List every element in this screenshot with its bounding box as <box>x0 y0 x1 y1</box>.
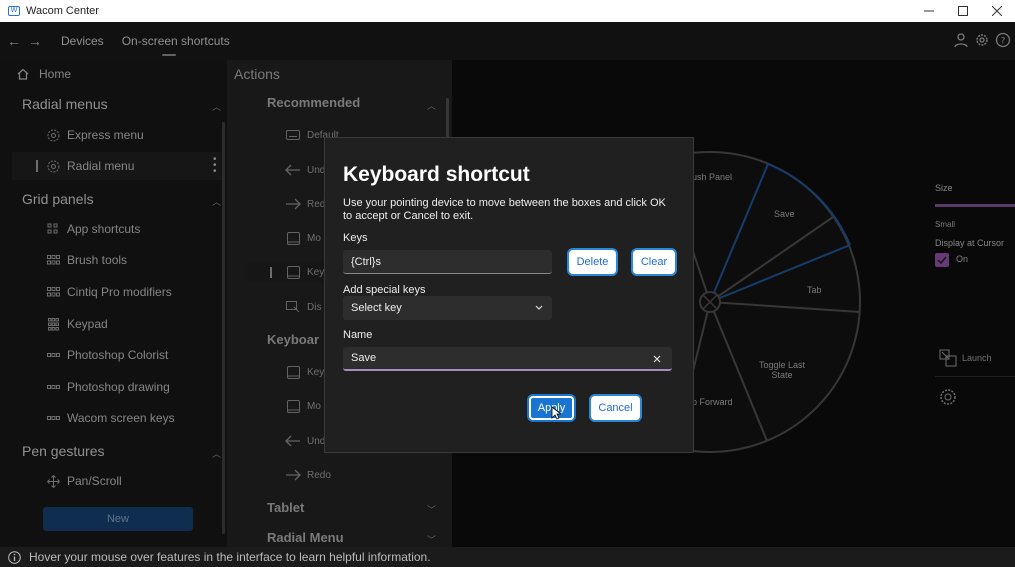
clear-text-icon[interactable] <box>653 355 661 363</box>
status-text: Hover your mouse over features in the in… <box>29 550 431 564</box>
keys-input[interactable]: {Ctrl}s <box>343 250 552 274</box>
close-icon <box>992 6 1002 16</box>
minimize-icon <box>924 10 934 12</box>
special-keys-select[interactable]: Select key <box>343 296 552 320</box>
special-keys-label: Add special keys <box>343 284 426 296</box>
maximize-icon <box>958 6 968 16</box>
wacom-logo-icon: W <box>8 6 20 16</box>
delete-button[interactable]: Delete <box>569 250 616 274</box>
info-icon <box>8 550 21 564</box>
mouse-cursor-icon <box>551 406 561 420</box>
chevron-down-icon <box>535 305 543 310</box>
keys-label: Keys <box>343 232 368 244</box>
keys-value: {Ctrl}s <box>351 255 381 268</box>
cancel-button[interactable]: Cancel <box>591 396 640 420</box>
title-bar: W Wacom Center <box>0 0 1015 22</box>
name-label: Name <box>343 329 373 341</box>
minimize-button[interactable] <box>912 0 946 22</box>
clear-button[interactable]: Clear <box>633 250 675 274</box>
special-keys-value: Select key <box>351 302 402 314</box>
status-bar: Hover your mouse over features in the in… <box>0 547 1015 567</box>
keyboard-shortcut-dialog: Keyboard shortcut Use your pointing devi… <box>324 137 694 453</box>
dialog-title: Keyboard shortcut <box>343 163 530 186</box>
maximize-button[interactable] <box>946 0 980 22</box>
name-input[interactable]: Save <box>343 347 672 371</box>
close-window-button[interactable] <box>980 0 1014 22</box>
dialog-description: Use your pointing device to move between… <box>343 197 666 222</box>
window-title: Wacom Center <box>26 5 99 17</box>
name-value: Save <box>351 352 377 364</box>
